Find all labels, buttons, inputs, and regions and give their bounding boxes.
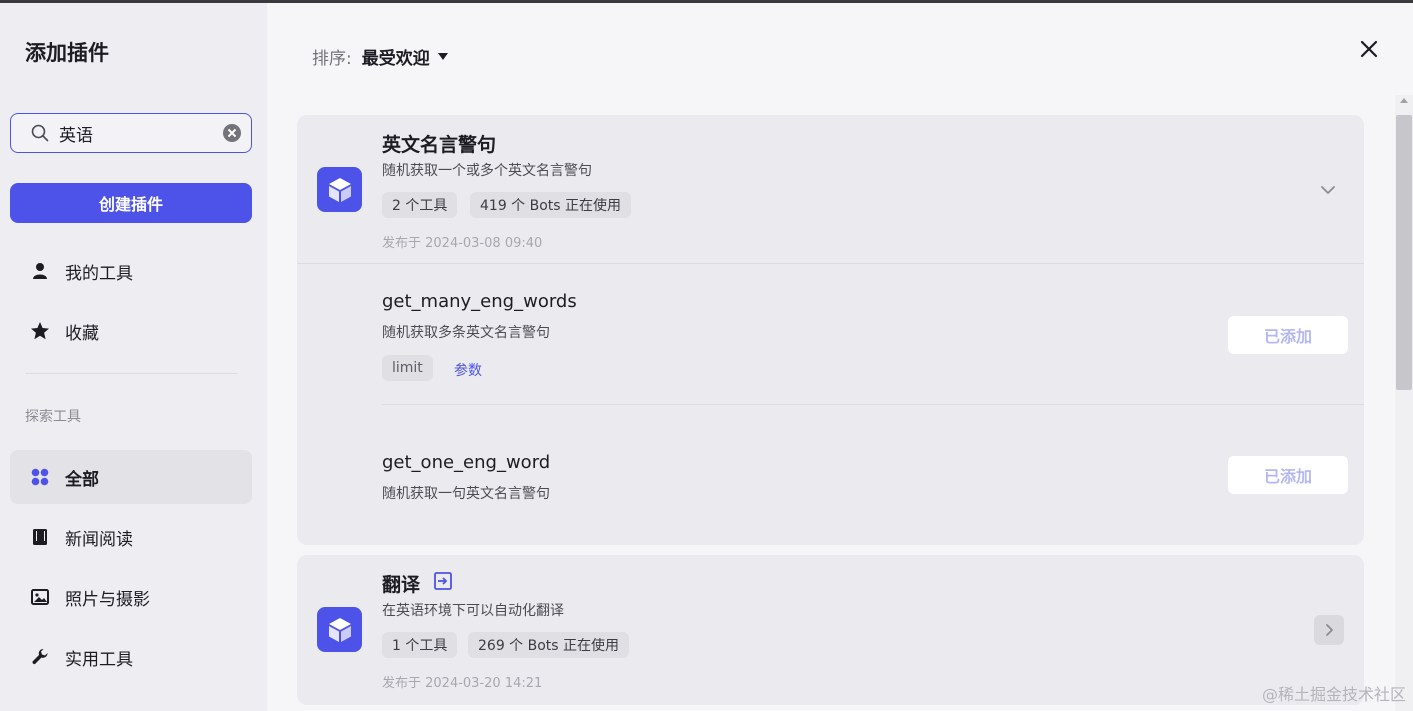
params-link[interactable]: 参数 [454, 360, 482, 380]
sidebar-item-all[interactable]: 全部 [10, 450, 252, 504]
card-divider [297, 263, 1364, 264]
chevron-right-icon [1326, 624, 1333, 636]
bots-usage-badge: 419 个 Bots 正在使用 [470, 192, 632, 218]
sidebar-item-label: 新闻阅读 [65, 529, 133, 550]
sidebar-item-label: 实用工具 [65, 649, 133, 670]
plugin-description: 在英语环境下可以自动化翻译 [382, 603, 564, 619]
expand-button[interactable] [1314, 615, 1344, 645]
tool-divider [382, 404, 1364, 405]
sort-value: 最受欢迎 [361, 49, 430, 69]
sidebar-item-label: 照片与摄影 [65, 589, 150, 610]
tools-count-badge: 2 个工具 [382, 192, 458, 218]
tools-count-badge: 1 个工具 [382, 632, 458, 658]
sidebar-item-favorites[interactable]: 收藏 [10, 304, 252, 358]
chevron-down-icon[interactable] [1320, 182, 1336, 198]
sort-dropdown[interactable]: 排序: 最受欢迎 [312, 44, 448, 69]
scroll-up-icon[interactable] [1400, 98, 1408, 103]
sidebar-divider [25, 373, 237, 374]
sort-label: 排序: [312, 49, 352, 69]
sidebar-item-label: 我的工具 [65, 263, 133, 284]
plugin-name: 翻译 [382, 574, 421, 596]
plugin-card[interactable]: 翻译 在英语环境下可以自动化翻译 1 个工具 269 个 Bots 正在使用 发… [297, 555, 1364, 705]
sidebar-item-label: 收藏 [65, 323, 99, 344]
grid-icon [30, 467, 50, 487]
close-icon[interactable] [1359, 39, 1379, 59]
bots-usage-badge: 269 个 Bots 正在使用 [468, 632, 630, 658]
added-button[interactable]: 已添加 [1228, 456, 1348, 494]
wrench-icon [30, 647, 50, 667]
sidebar-item-news-reading[interactable]: 新闻阅读 [10, 510, 252, 564]
tool-description: 随机获取多条英文名言警句 [382, 325, 550, 341]
sidebar-item-label: 全部 [65, 469, 99, 490]
search-box[interactable] [10, 113, 252, 153]
param-tag: limit [382, 355, 433, 381]
plugin-card[interactable]: 英文名言警句 随机获取一个或多个英文名言警句 2 个工具 419 个 Bots … [297, 115, 1364, 545]
cube-icon [317, 607, 362, 652]
image-icon [30, 587, 50, 607]
publish-date: 发布于 2024-03-08 09:40 [382, 236, 543, 251]
publish-date: 发布于 2024-03-20 14:21 [382, 676, 543, 691]
cube-icon [317, 167, 362, 212]
plugin-description: 随机获取一个或多个英文名言警句 [382, 163, 592, 179]
star-icon [30, 321, 50, 341]
sidebar-item-my-tools[interactable]: 我的工具 [10, 244, 252, 298]
watermark: @稀土掘金技术社区 [1261, 685, 1406, 704]
section-label-explore: 探索工具 [25, 409, 81, 425]
tool-name: get_one_eng_word [382, 452, 551, 473]
scrollbar-thumb[interactable] [1396, 115, 1412, 390]
user-icon [30, 261, 50, 281]
plugin-name: 英文名言警句 [382, 134, 497, 156]
tool-description: 随机获取一句英文名言警句 [382, 486, 550, 502]
open-detail-icon[interactable] [433, 571, 453, 591]
caret-down-icon [437, 53, 448, 60]
create-plugin-button[interactable]: 创建插件 [10, 183, 252, 223]
clear-icon[interactable] [223, 124, 241, 142]
dialog-title: 添加插件 [25, 41, 109, 65]
search-input[interactable] [59, 121, 219, 145]
sidebar: 添加插件 创建插件 我的工具 收藏 探索工具 全部 [0, 3, 267, 711]
tool-name: get_many_eng_words [382, 291, 577, 312]
search-icon [31, 124, 49, 142]
sidebar-item-utilities[interactable]: 实用工具 [10, 630, 252, 684]
sidebar-item-photography[interactable]: 照片与摄影 [10, 570, 252, 624]
added-button[interactable]: 已添加 [1228, 316, 1348, 354]
book-icon [30, 527, 50, 547]
main-panel: 排序: 最受欢迎 英文名言警句 随机获取一个或多个英文名言警句 2 个工具 41… [267, 3, 1413, 711]
